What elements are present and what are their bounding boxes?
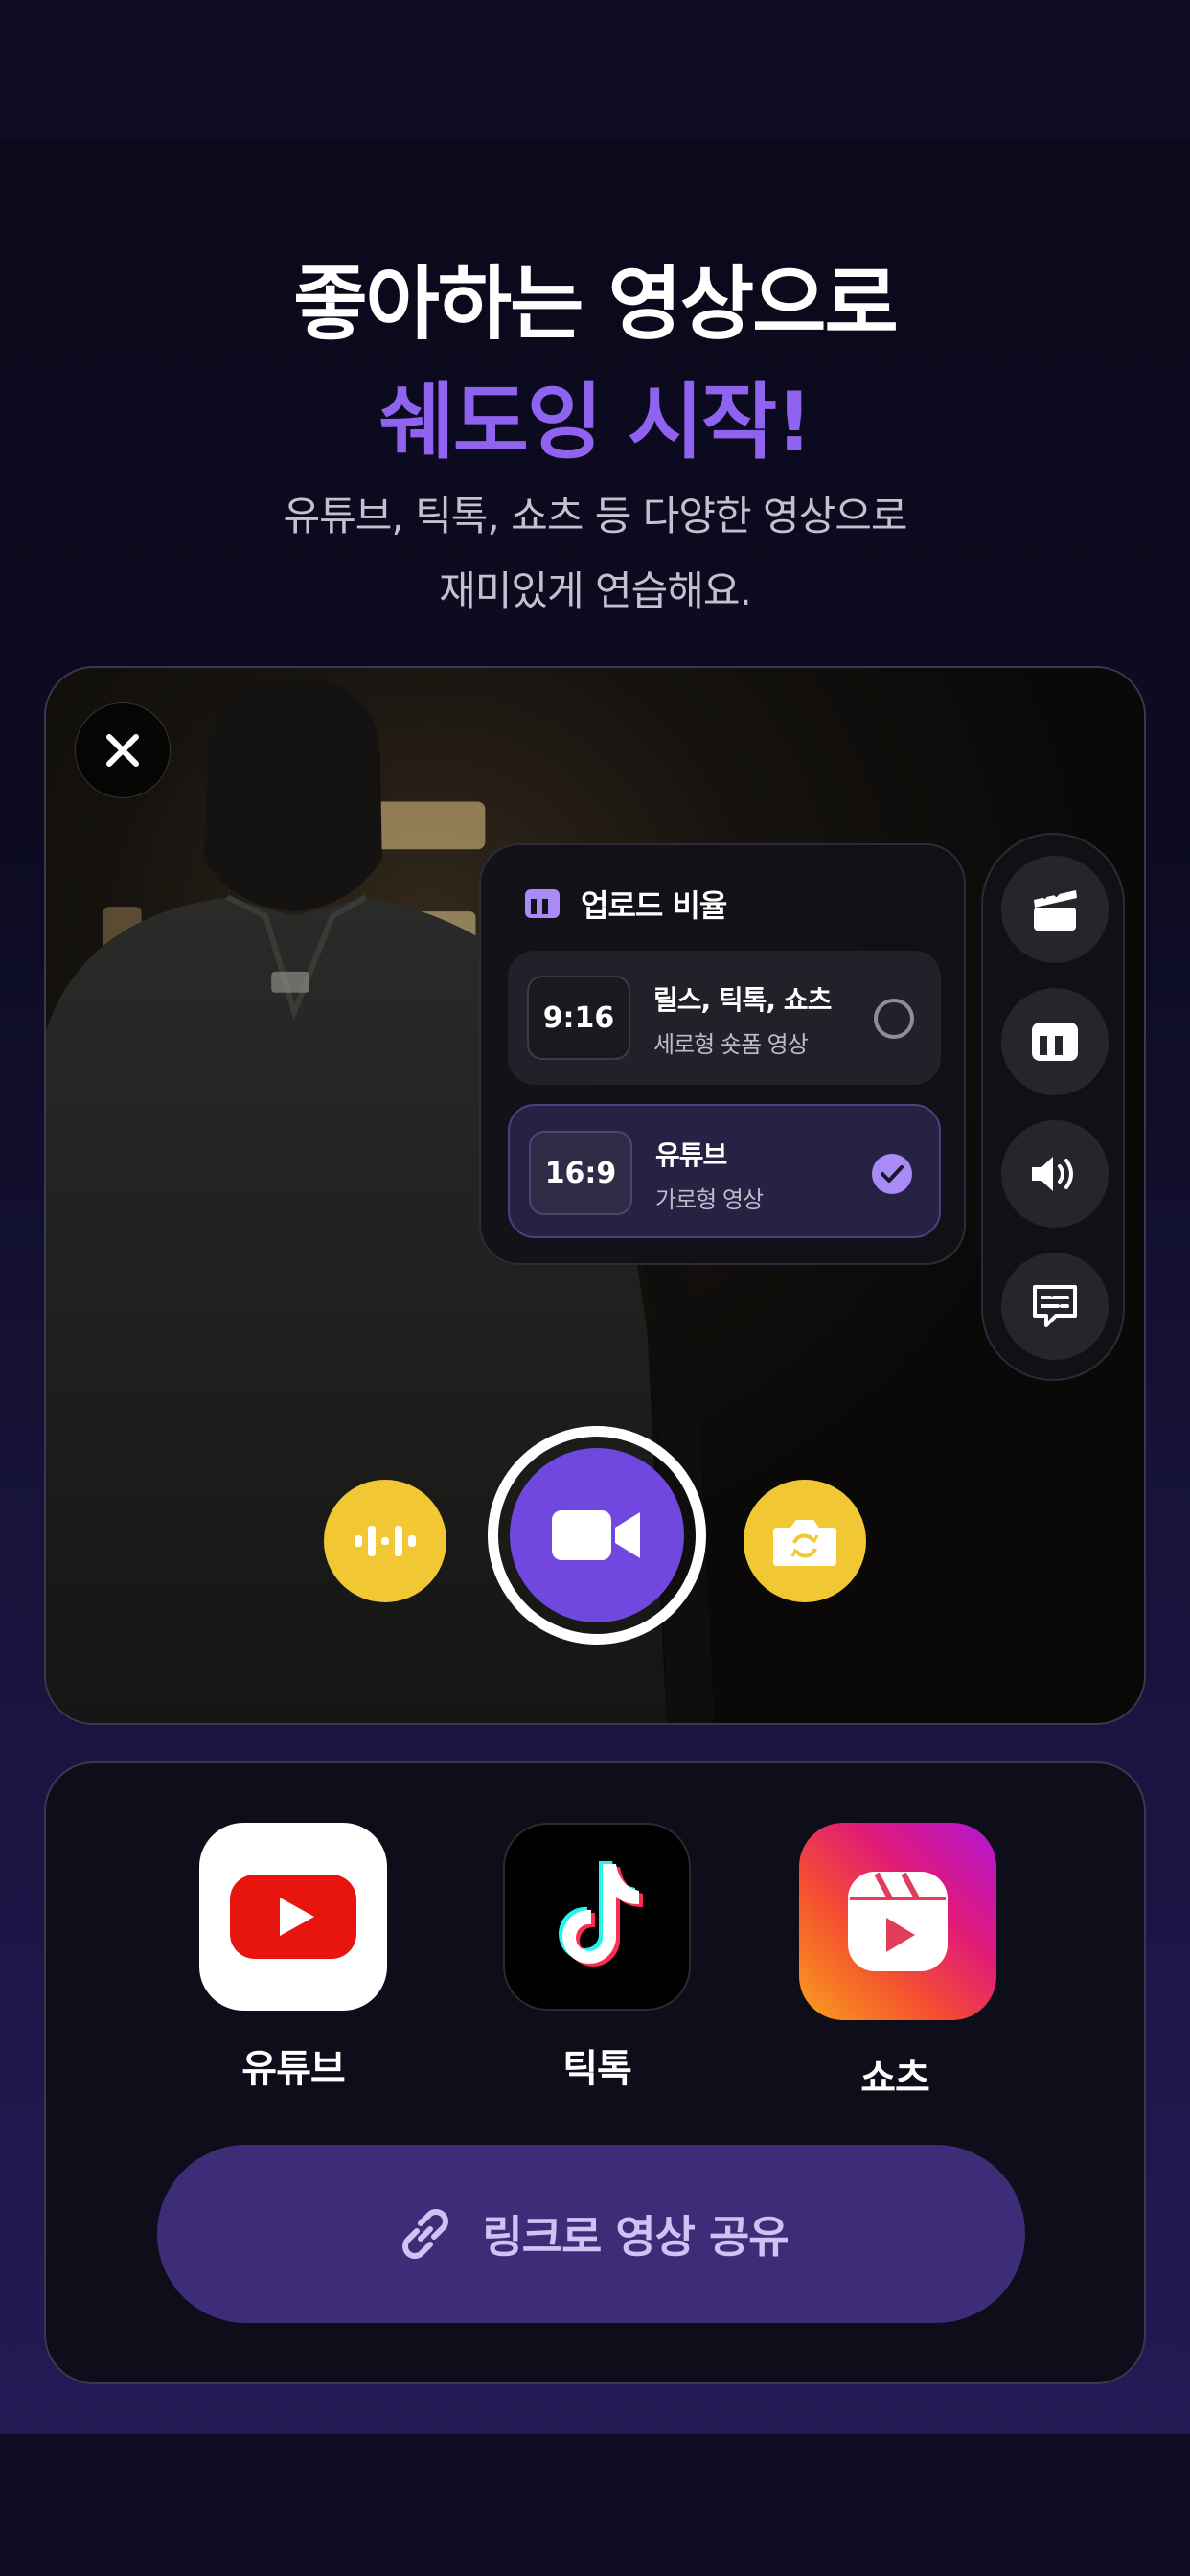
- share-app-youtube[interactable]: 유튜브: [197, 1823, 389, 2093]
- ratio-icon: [525, 889, 560, 918]
- headline-line-2: 쉐도잉 시작!: [378, 375, 813, 471]
- upload-ratio-label: 업로드 비율: [581, 887, 727, 924]
- ratio-option-desc: 세로형 숏폼 영상: [653, 1031, 809, 1058]
- checkmark-icon: [881, 1165, 904, 1183]
- bottom-band: [0, 2434, 1190, 2576]
- upload-ratio-title: 업로드 비율: [523, 882, 727, 926]
- ratio-option-vertical[interactable]: 9:16 릴스, 틱톡, 쇼츠 세로형 숏폼 영상: [508, 951, 941, 1085]
- clapperboard-icon: [1034, 888, 1077, 931]
- equalizer-button[interactable]: [324, 1480, 446, 1602]
- reels-icon: [848, 1872, 948, 1971]
- headline-line-1: 좋아하는 영상으로: [293, 257, 899, 351]
- record-button-inner: [510, 1448, 684, 1622]
- subtext-line-2: 재미있게 연습해요.: [439, 567, 752, 614]
- share-app-tiktok[interactable]: 틱톡: [501, 1823, 693, 2093]
- subtext-line-1: 유튜브, 틱톡, 쇼츠 등 다양한 영상으로: [283, 493, 907, 540]
- ratio-option-name: 릴스, 틱톡, 쇼츠: [653, 984, 832, 1016]
- camera-flip-icon: [773, 1520, 836, 1566]
- app-label: 틱톡: [562, 2047, 632, 2091]
- video-camera-icon: [552, 1510, 640, 1560]
- close-icon: [106, 734, 139, 767]
- app-label: 유튜브: [241, 2047, 345, 2091]
- ratio-badge: 16:9: [529, 1131, 632, 1215]
- ratio-button[interactable]: [1001, 988, 1109, 1095]
- share-app-reels[interactable]: 쇼츠: [799, 1823, 996, 2103]
- volume-icon: [1032, 1157, 1073, 1191]
- share-link-label: 링크로 영상 공유: [482, 2211, 789, 2263]
- top-band: [0, 0, 1190, 139]
- volume-button[interactable]: [1001, 1120, 1109, 1228]
- equalizer-icon: [355, 1526, 416, 1556]
- ratio-option-desc: 가로형 영상: [655, 1186, 764, 1213]
- share-card: 유튜브 틱톡 쇼츠 링크로 영상 공유: [44, 1761, 1146, 2384]
- link-icon: [402, 2209, 449, 2259]
- subtitle-button[interactable]: [1001, 1253, 1109, 1360]
- clapperboard-button[interactable]: [1001, 856, 1109, 963]
- upload-ratio-panel: 업로드 비율 9:16 릴스, 틱톡, 쇼츠 세로형 숏폼 영상 16:9 유튜…: [479, 843, 966, 1265]
- reels-app-icon[interactable]: [799, 1823, 996, 2020]
- side-toolbar: [981, 833, 1125, 1381]
- record-button[interactable]: [488, 1426, 706, 1644]
- camera-preview: 업로드 비율 9:16 릴스, 틱톡, 쇼츠 세로형 숏폼 영상 16:9 유튜…: [44, 666, 1146, 1725]
- subtitle-icon: [1033, 1285, 1077, 1327]
- tiktok-icon: [559, 1861, 643, 1966]
- ratio-icon: [1032, 1023, 1078, 1061]
- close-button[interactable]: [75, 702, 171, 798]
- ratio-badge: 9:16: [527, 976, 630, 1060]
- radio-unchecked-icon[interactable]: [874, 999, 914, 1039]
- youtube-app-icon[interactable]: [199, 1823, 387, 2011]
- camera-flip-button[interactable]: [744, 1480, 866, 1602]
- ratio-option-horizontal[interactable]: 16:9 유튜브 가로형 영상: [508, 1104, 941, 1238]
- share-link-button[interactable]: 링크로 영상 공유: [157, 2145, 1025, 2323]
- tiktok-app-icon[interactable]: [503, 1823, 691, 2011]
- youtube-icon: [230, 1874, 356, 1959]
- ratio-option-name: 유튜브: [655, 1139, 727, 1171]
- radio-checked-icon[interactable]: [872, 1154, 912, 1194]
- app-label: 쇼츠: [860, 2057, 930, 2101]
